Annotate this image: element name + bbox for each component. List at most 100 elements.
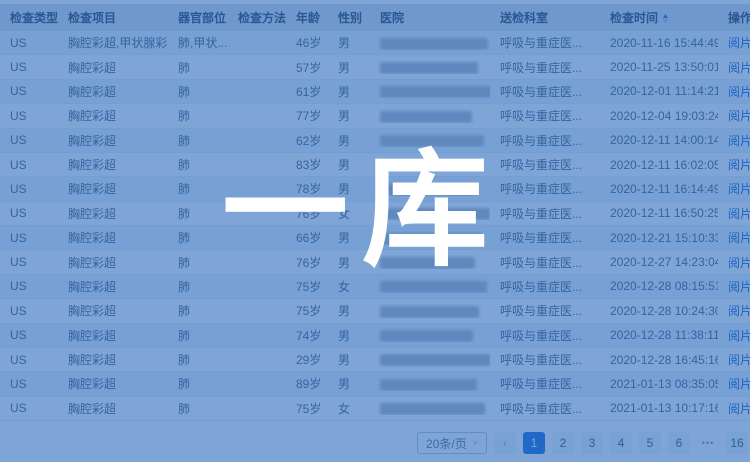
column-header-action: 操作 [718,9,750,26]
cell-type: US [0,279,58,293]
cell-hospital [370,279,490,293]
view-images-link[interactable]: 阅片 [728,353,750,367]
page-button-16[interactable]: 16 [726,432,748,454]
cell-item: 胸腔彩超 [58,180,168,197]
cell-department: 呼吸与重症医... [490,205,600,222]
cell-time: 2020-12-21 15:10:33 [600,231,718,245]
view-images-link[interactable]: 阅片 [728,304,750,318]
redacted-hospital-block [380,184,476,196]
page-button-3[interactable]: 3 [581,432,603,454]
redacted-hospital-block [380,257,475,269]
cell-action: 阅片 [718,229,750,246]
view-images-link[interactable]: 阅片 [728,36,750,50]
page-size-select[interactable]: 20条/页 ˅ [417,432,487,454]
cell-department: 呼吸与重症医... [490,351,600,368]
cell-type: US [0,133,58,147]
cell-gender: 男 [328,59,370,76]
cell-time: 2020-12-04 19:03:24 [600,109,718,123]
cell-department: 呼吸与重症医... [490,229,600,246]
page-size-label: 20条/页 [426,435,467,452]
cell-organ: 肺 [168,83,228,100]
cell-hospital [370,182,490,196]
cell-type: US [0,377,58,391]
view-images-link[interactable]: 阅片 [728,256,750,270]
cell-item: 胸腔彩超 [58,107,168,124]
cell-department: 呼吸与重症医... [490,327,600,344]
cell-action: 阅片 [718,59,750,76]
view-images-link[interactable]: 阅片 [728,109,750,123]
cell-organ: 肺,甲状... [168,34,228,51]
cell-hospital [370,377,490,391]
table-row: US胸腔彩超肺66岁男呼吸与重症医...2020-12-21 15:10:33阅… [0,226,750,250]
page-button-1[interactable]: 1 [523,432,545,454]
cell-type: US [0,60,58,74]
redacted-hospital-block [380,330,473,342]
cell-organ: 肺 [168,156,228,173]
cell-action: 阅片 [718,254,750,271]
prev-page-button[interactable]: ‹ [494,432,516,454]
view-images-link[interactable]: 阅片 [728,85,750,99]
redacted-hospital-block [380,208,490,220]
table-row: US胸腔彩超肺75岁女呼吸与重症医...2020-12-28 08:15:51阅… [0,275,750,299]
sort-carets[interactable]: ▲▼ [662,14,669,24]
page-button-4[interactable]: 4 [610,432,632,454]
column-header-hospital[interactable]: 医院 [370,9,490,26]
cell-action: 阅片 [718,278,750,295]
cell-organ: 肺 [168,180,228,197]
cell-hospital [370,231,490,245]
cell-department: 呼吸与重症医... [490,59,600,76]
cell-gender: 男 [328,375,370,392]
table-row: US胸腔彩超肺75岁男呼吸与重症医...2020-12-28 10:24:30阅… [0,299,750,323]
cell-action: 阅片 [718,327,750,344]
cell-hospital [370,304,490,318]
cell-age: 62岁 [286,132,328,149]
cell-time: 2020-12-28 11:38:11 [600,328,718,342]
page-button-2[interactable]: 2 [552,432,574,454]
view-images-link[interactable]: 阅片 [728,158,750,172]
view-images-link[interactable]: 阅片 [728,231,750,245]
cell-gender: 男 [328,34,370,51]
view-images-link[interactable]: 阅片 [728,402,750,416]
cell-department: 呼吸与重症医... [490,375,600,392]
cell-gender: 男 [328,302,370,319]
cell-type: US [0,401,58,415]
column-header-exam-type[interactable]: 检查类型 [0,9,58,26]
cell-item: 胸腔彩超 [58,59,168,76]
view-images-link[interactable]: 阅片 [728,61,750,75]
view-images-link[interactable]: 阅片 [728,207,750,221]
cell-age: 75岁 [286,302,328,319]
column-header-exam-time[interactable]: 检查时间▲▼ [600,9,718,26]
cell-hospital [370,328,490,342]
column-header-exam-item[interactable]: 检查项目 [58,9,168,26]
cell-gender: 女 [328,278,370,295]
cell-organ: 肺 [168,107,228,124]
column-header-gender[interactable]: 性别 [328,9,370,26]
column-header-age[interactable]: 年龄 [286,9,328,26]
table-row: US胸腔彩超肺77岁男呼吸与重症医...2020-12-04 19:03:24阅… [0,104,750,128]
column-header-department[interactable]: 送检科室 [490,9,600,26]
cell-action: 阅片 [718,34,750,51]
redacted-hospital-block [380,233,482,245]
view-images-link[interactable]: 阅片 [728,134,750,148]
view-images-link[interactable]: 阅片 [728,377,750,391]
cell-action: 阅片 [718,375,750,392]
page-button-6[interactable]: 6 [668,432,690,454]
exam-list-page: 检查类型 检查项目 器官部位 检查方法 年龄 性别 医院 送检科室 检查时间▲▼… [0,0,750,462]
table-row: US胸腔彩超,甲状腺彩超肺,甲状...46岁男呼吸与重症医...2020-11-… [0,31,750,55]
page-jump-dots[interactable]: ••• [697,432,719,454]
view-images-link[interactable]: 阅片 [728,182,750,196]
column-header-organ[interactable]: 器官部位 [168,9,228,26]
chevron-down-icon: ˅ [473,439,478,447]
table-row: US胸腔彩超肺61岁男呼吸与重症医...2020-12-01 11:14:21阅… [0,80,750,104]
page-button-5[interactable]: 5 [639,432,661,454]
view-images-link[interactable]: 阅片 [728,329,750,343]
cell-action: 阅片 [718,180,750,197]
cell-action: 阅片 [718,132,750,149]
column-header-method[interactable]: 检查方法 [228,9,286,26]
page-buttons: 123456 ••• 16 [523,432,748,454]
cell-hospital [370,84,490,98]
cell-item: 胸腔彩超 [58,254,168,271]
view-images-link[interactable]: 阅片 [728,280,750,294]
cell-time: 2020-12-11 16:02:05 [600,158,718,172]
cell-type: US [0,304,58,318]
